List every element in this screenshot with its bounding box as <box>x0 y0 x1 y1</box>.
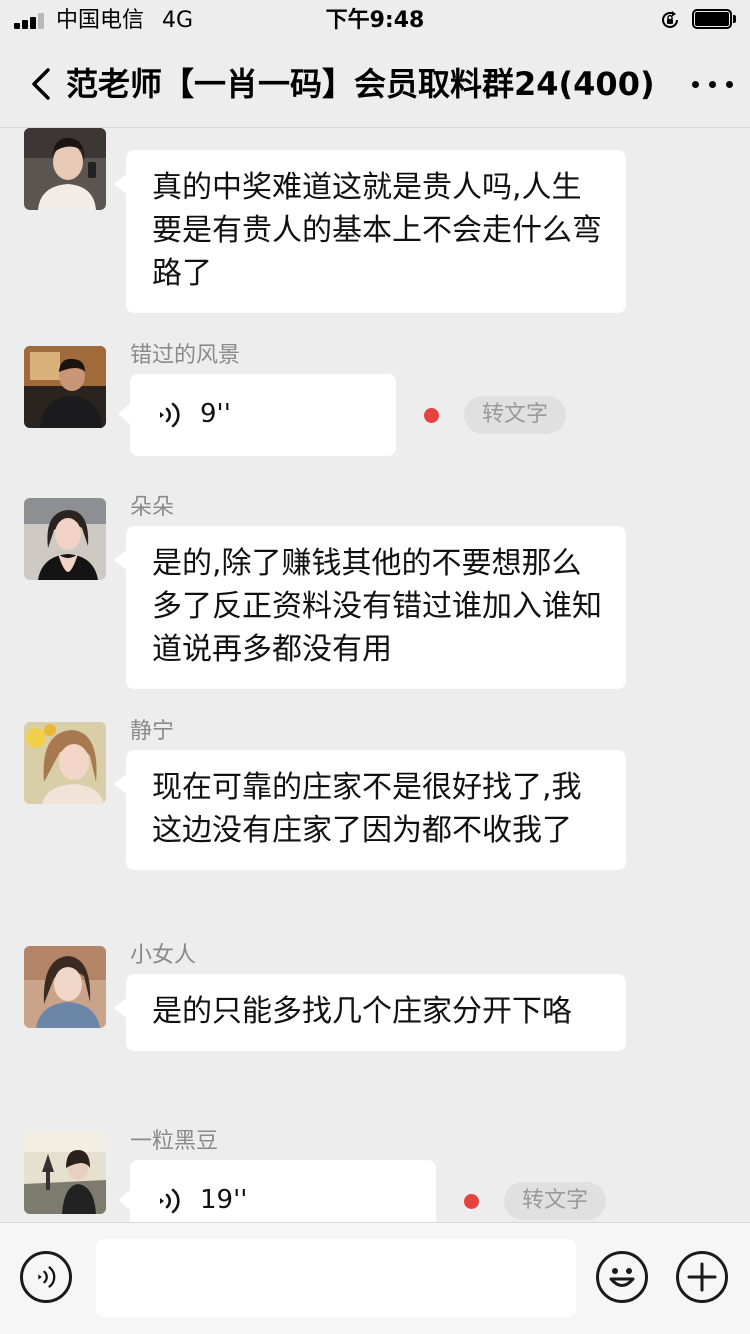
sender-name: 一粒黑豆 <box>130 1129 219 1154</box>
voice-duration: 9'' <box>200 399 231 429</box>
emoji-icon <box>609 1268 635 1287</box>
avatar[interactable] <box>24 128 106 210</box>
voice-duration: 19'' <box>200 1185 248 1215</box>
avatar[interactable] <box>24 1132 106 1214</box>
message-list[interactable]: 林夕 真的中奖难道这就是贵人吗,人生要是有贵人的基本上不会走什么弯路了 错过的风… <box>0 128 750 1222</box>
plus-button[interactable] <box>676 1251 728 1303</box>
unread-dot <box>424 408 439 423</box>
plus-icon <box>687 1262 717 1292</box>
voice-message-bubble[interactable]: 9'' <box>118 374 396 456</box>
message-bubble[interactable]: 现在可靠的庄家不是很好找了,我这边没有庄家了因为都不收我了 <box>114 750 626 870</box>
chat-title: 范老师【一肖一码】会员取料群24(400) <box>66 65 655 103</box>
message-bubble[interactable]: 真的中奖难道这就是贵人吗,人生要是有贵人的基本上不会走什么弯路了 <box>114 150 626 313</box>
voice-mode-icon <box>38 1266 56 1288</box>
voice-wave-icon <box>160 402 180 428</box>
avatar[interactable] <box>24 946 106 1028</box>
voice-wave-icon <box>160 1188 180 1214</box>
unread-dot <box>464 1194 479 1209</box>
battery-icon <box>692 9 736 31</box>
chat-header: 范老师【一肖一码】会员取料群24(400) <box>0 40 750 128</box>
convert-to-text-button[interactable]: 转文字 <box>504 1182 607 1220</box>
input-bar <box>0 1222 750 1334</box>
voice-mode-button[interactable] <box>20 1251 72 1303</box>
orientation-lock-icon <box>662 11 678 28</box>
message-bubble[interactable]: 是的,除了赚钱其他的不要想那么多了反正资料没有错过谁加入谁知道说再多都没有用 <box>114 526 626 689</box>
message-bubble[interactable]: 是的只能多找几个庄家分开下咯 <box>114 974 626 1051</box>
emoji-button[interactable] <box>596 1251 648 1303</box>
sender-name: 静宁 <box>130 719 175 744</box>
sender-name: 朵朵 <box>130 495 175 520</box>
avatar[interactable] <box>24 498 106 580</box>
convert-to-text-button[interactable]: 转文字 <box>464 396 567 434</box>
sender-name: 小女人 <box>130 943 197 968</box>
status-time: 下午9:48 <box>325 8 425 33</box>
avatar[interactable] <box>24 722 106 804</box>
status-bar: 中国电信 4G 下午9:48 <box>0 0 750 40</box>
more-icon[interactable] <box>690 62 736 106</box>
message-input[interactable] <box>96 1239 576 1317</box>
avatar[interactable] <box>24 346 106 428</box>
voice-message-bubble[interactable]: 19'' <box>118 1160 436 1222</box>
sender-name: 错过的风景 <box>130 343 241 368</box>
back-arrow-icon[interactable] <box>22 62 62 106</box>
